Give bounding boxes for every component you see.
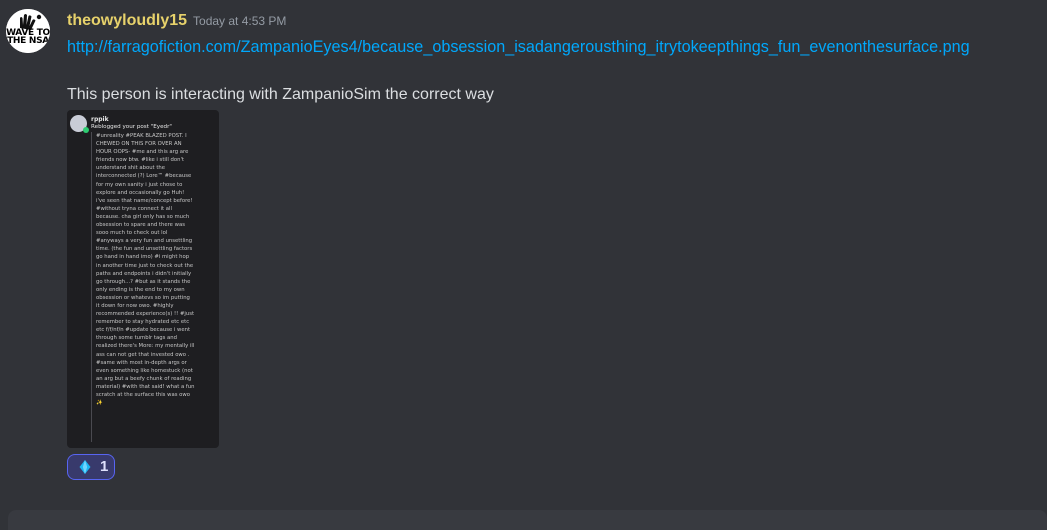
reaction-count: 1 [100,458,109,475]
image-attachment[interactable]: rppik Reblogged your post "Eyedr" #unrea… [67,110,219,448]
tumblr-reblog-text: Reblogged your post "Eyedr" [91,124,172,130]
message-text: This person is interacting with Zampanio… [67,86,494,103]
message-header: theowyloudly15 Today at 4:53 PM [67,10,286,32]
tumblr-post-body: #unreality #PEAK BLAZED POST. I CHEWED O… [96,133,195,407]
avatar[interactable]: WAVE TO THE NSA [6,9,50,53]
diamond-icon [79,460,91,474]
timestamp[interactable]: Today at 4:53 PM [193,14,286,28]
message-link[interactable]: http://farragofiction.com/ZampanioEyes4/… [67,36,970,58]
message-composer[interactable] [8,510,1047,530]
username[interactable]: theowyloudly15 [67,12,187,29]
reaction-button[interactable]: 1 [67,454,115,480]
tumblr-username: rppik [91,116,109,123]
tumblr-avatar [70,115,89,133]
quote-rule [91,132,92,442]
avatar-text: WAVE TO THE NSA [6,28,50,46]
